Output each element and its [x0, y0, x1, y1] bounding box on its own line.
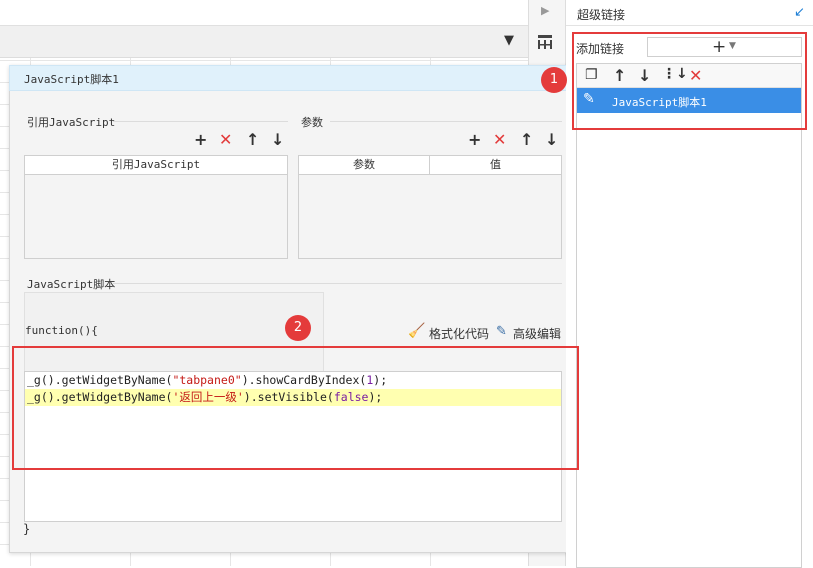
- param-move-down-button[interactable]: ↓: [545, 132, 558, 148]
- param-value-column-header: 值: [430, 156, 561, 174]
- function-close-text: }: [23, 522, 31, 536]
- toolbar-filter-icon[interactable]: ▼: [504, 33, 514, 48]
- param-table: 参数 值: [298, 155, 562, 259]
- hyperlink-panel-title: 超级链接: [566, 0, 813, 26]
- broom-icon[interactable]: 🧹: [408, 323, 425, 339]
- sheet-toolbar: [0, 26, 528, 58]
- expand-arrow-icon[interactable]: ▶: [541, 4, 549, 17]
- divider: [113, 121, 288, 122]
- function-open-text: function(){: [25, 324, 98, 337]
- annotation-box-2: [12, 346, 579, 470]
- advanced-edit-button[interactable]: 高级编辑: [513, 325, 561, 342]
- script-section-title: JavaScript脚本: [27, 278, 116, 291]
- annotation-badge-2: 2: [285, 315, 311, 341]
- sheet-top-bar: [0, 0, 528, 26]
- collapse-arrow-icon[interactable]: ↙: [794, 5, 805, 20]
- ref-move-down-button[interactable]: ↓: [271, 132, 284, 148]
- param-delete-button[interactable]: ✕: [493, 132, 506, 148]
- param-add-button[interactable]: +: [468, 132, 481, 148]
- ref-js-section-title: 引用JavaScript: [27, 116, 116, 129]
- ref-js-table: 引用JavaScript: [24, 155, 288, 259]
- edit-icon[interactable]: ✎: [496, 324, 507, 339]
- annotation-badge-1: 1: [541, 67, 567, 93]
- annotation-box-1: [572, 32, 807, 130]
- ref-move-up-button[interactable]: ↑: [246, 132, 259, 148]
- link-list: [576, 63, 802, 568]
- ref-js-column-header: 引用JavaScript: [25, 156, 287, 175]
- divider: [330, 121, 562, 122]
- dialog-title: JavaScript脚本1: [9, 65, 576, 91]
- param-name-column-header: 参数: [299, 156, 430, 174]
- widget-layout-icon[interactable]: [536, 33, 554, 56]
- format-code-button[interactable]: 格式化代码: [429, 325, 489, 342]
- divider: [113, 283, 562, 284]
- ref-delete-button[interactable]: ✕: [219, 132, 232, 148]
- ref-add-button[interactable]: +: [194, 132, 207, 148]
- param-section-title: 参数: [301, 116, 323, 129]
- param-move-up-button[interactable]: ↑: [520, 132, 533, 148]
